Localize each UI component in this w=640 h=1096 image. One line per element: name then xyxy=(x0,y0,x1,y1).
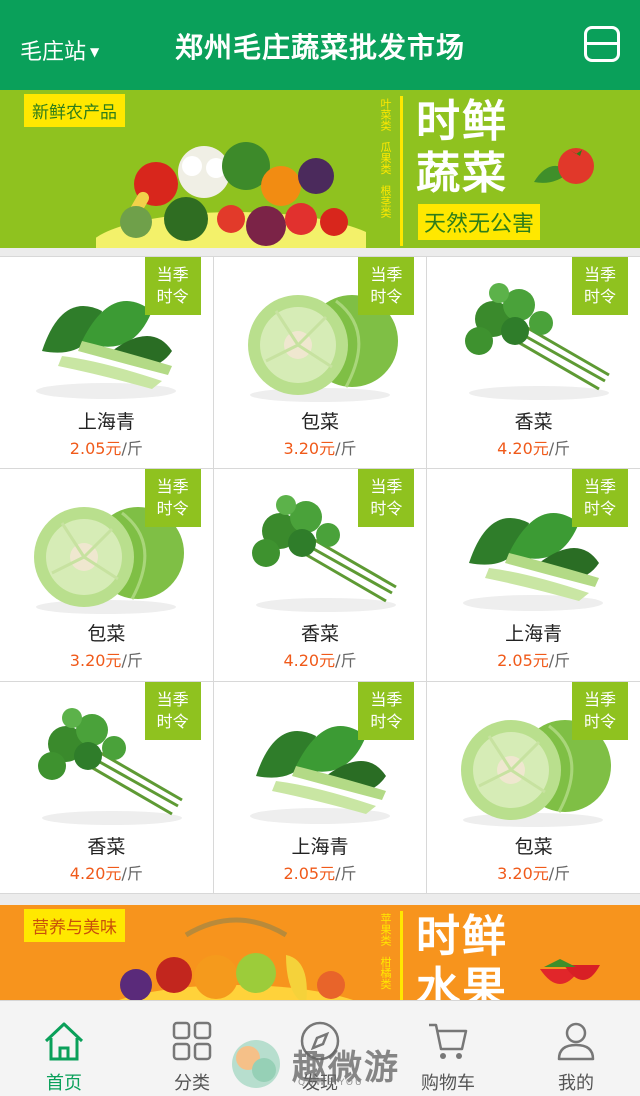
product-name: 香菜 xyxy=(87,835,126,858)
tab-home[interactable]: 首页 xyxy=(0,1001,128,1096)
price-unit: /斤 xyxy=(335,439,357,458)
product-price: 2.05元/斤 xyxy=(427,647,640,671)
season-badge: 当季 时令 xyxy=(358,469,415,528)
product-price: 4.20元/斤 xyxy=(214,647,427,671)
fruit-basket-image xyxy=(118,917,354,1000)
banner-headline: 时鲜 水果 xyxy=(416,911,508,1000)
price-unit: /斤 xyxy=(121,651,143,671)
product-name: 包菜 xyxy=(300,411,339,433)
season-badge: 当季 时令 xyxy=(144,469,201,528)
price-value: 4.20元 xyxy=(69,863,122,883)
product-price: 3.20元/斤 xyxy=(427,860,640,884)
banner-tag: 新鲜农产品 xyxy=(24,94,125,127)
product-name: 包菜 xyxy=(87,623,126,646)
product-grid: 当季 时令 上海青 2.05元/斤 当季 时令 包菜 3.20元/斤 当季 时令 香菜 4.20元/斤… xyxy=(0,256,640,894)
user-icon xyxy=(557,1022,595,1061)
product-name: 香菜 xyxy=(514,411,553,433)
menu-icon[interactable] xyxy=(584,26,620,62)
tab-label: 发现 xyxy=(302,1073,338,1094)
product-card[interactable]: 当季 时令 上海青 2.05元/斤 xyxy=(213,681,427,893)
tab-label: 首页 xyxy=(46,1073,82,1094)
product-price: 3.20元/斤 xyxy=(214,435,427,459)
vegetable-pile-image xyxy=(96,142,366,248)
banner-headline: 时鲜 蔬菜 xyxy=(416,96,508,199)
grid-icon xyxy=(172,1021,212,1061)
price-value: 3.20元 xyxy=(69,651,122,671)
banner-divider xyxy=(400,96,403,246)
price-unit: /斤 xyxy=(548,863,571,883)
price-value: 4.20元 xyxy=(497,439,549,458)
tab-label: 我的 xyxy=(558,1073,594,1094)
product-price: 2.05元/斤 xyxy=(214,860,427,884)
price-value: 2.05元 xyxy=(69,439,122,458)
price-unit: /斤 xyxy=(121,439,143,458)
product-price: 4.20元/斤 xyxy=(0,860,213,884)
price-value: 4.20元 xyxy=(283,651,336,671)
tab-label: 分类 xyxy=(174,1073,210,1094)
strawberry-image xyxy=(540,959,600,984)
season-badge: 当季 时令 xyxy=(572,469,628,528)
vegetable-banner[interactable]: 新鲜农产品 叶菜类 瓜果类 根茎类 时鲜 蔬菜 天然无公害 xyxy=(0,90,640,248)
season-badge: 当季 时令 xyxy=(572,257,628,315)
product-name: 上海青 xyxy=(77,411,135,433)
page-title: 郑州毛庄蔬菜批发市场 xyxy=(174,31,465,64)
product-price: 2.05元/斤 xyxy=(0,435,213,459)
price-value: 2.05元 xyxy=(283,863,336,883)
app-header: 毛庄站 ▼ 郑州毛庄蔬菜批发市场 xyxy=(0,0,640,90)
home-icon xyxy=(44,1022,84,1061)
banner-divider xyxy=(400,911,403,1000)
product-card[interactable]: 当季 时令 上海青 2.05元/斤 xyxy=(427,469,640,681)
product-name: 上海青 xyxy=(291,835,349,858)
price-value: 3.20元 xyxy=(283,439,336,458)
product-card[interactable]: 当季 时令 包菜 3.20元/斤 xyxy=(213,257,427,469)
fruit-banner[interactable]: 营养与美味 苹果类 柑橘类 时鲜 水果 xyxy=(0,905,640,1000)
banner-categories: 叶菜类 瓜果类 根茎类 xyxy=(379,98,392,218)
banner-categories: 苹果类 柑橘类 xyxy=(379,913,392,990)
product-card[interactable]: 当季 时令 香菜 4.20元/斤 xyxy=(427,257,640,469)
product-card[interactable]: 当季 时令 包菜 3.20元/斤 xyxy=(427,681,640,893)
product-card[interactable]: 当季 时令 包菜 3.20元/斤 xyxy=(0,469,213,681)
price-unit: /斤 xyxy=(121,863,143,883)
price-unit: /斤 xyxy=(335,651,357,671)
tab-discover[interactable]: 发现 xyxy=(256,1001,384,1096)
season-badge: 当季 时令 xyxy=(144,681,201,740)
price-unit: /斤 xyxy=(335,863,357,883)
season-badge: 当季 时令 xyxy=(358,681,415,740)
season-badge: 当季 时令 xyxy=(144,257,201,315)
cart-icon xyxy=(429,1023,468,1059)
product-card[interactable]: 当季 时令 香菜 4.20元/斤 xyxy=(0,681,213,893)
banner-slogan: 天然无公害 xyxy=(418,204,541,240)
price-value: 2.05元 xyxy=(497,651,549,671)
price-value: 3.20元 xyxy=(497,863,549,883)
product-name: 包菜 xyxy=(514,835,553,858)
price-unit: /斤 xyxy=(548,651,571,671)
tab-label: 购物车 xyxy=(421,1073,475,1094)
product-name: 香菜 xyxy=(300,623,339,646)
product-card[interactable]: 当季 时令 香菜 4.20元/斤 xyxy=(213,469,427,681)
product-card[interactable]: 当季 时令 上海青 2.05元/斤 xyxy=(0,257,213,469)
season-badge: 当季 时令 xyxy=(572,681,628,740)
tab-category[interactable]: 分类 xyxy=(128,1001,256,1096)
tomato-image xyxy=(534,148,594,184)
product-name: 上海青 xyxy=(505,623,563,646)
product-price: 3.20元/斤 xyxy=(0,647,213,671)
tab-mine[interactable]: 我的 xyxy=(512,1001,640,1096)
product-price: 4.20元/斤 xyxy=(427,435,640,459)
tab-cart[interactable]: 购物车 xyxy=(384,1001,512,1096)
bottom-tab-bar: 首页 分类 发现 购物车 我的 xyxy=(0,1000,640,1096)
compass-icon xyxy=(300,1021,340,1061)
price-unit: /斤 xyxy=(548,439,571,458)
season-badge: 当季 时令 xyxy=(358,257,415,315)
